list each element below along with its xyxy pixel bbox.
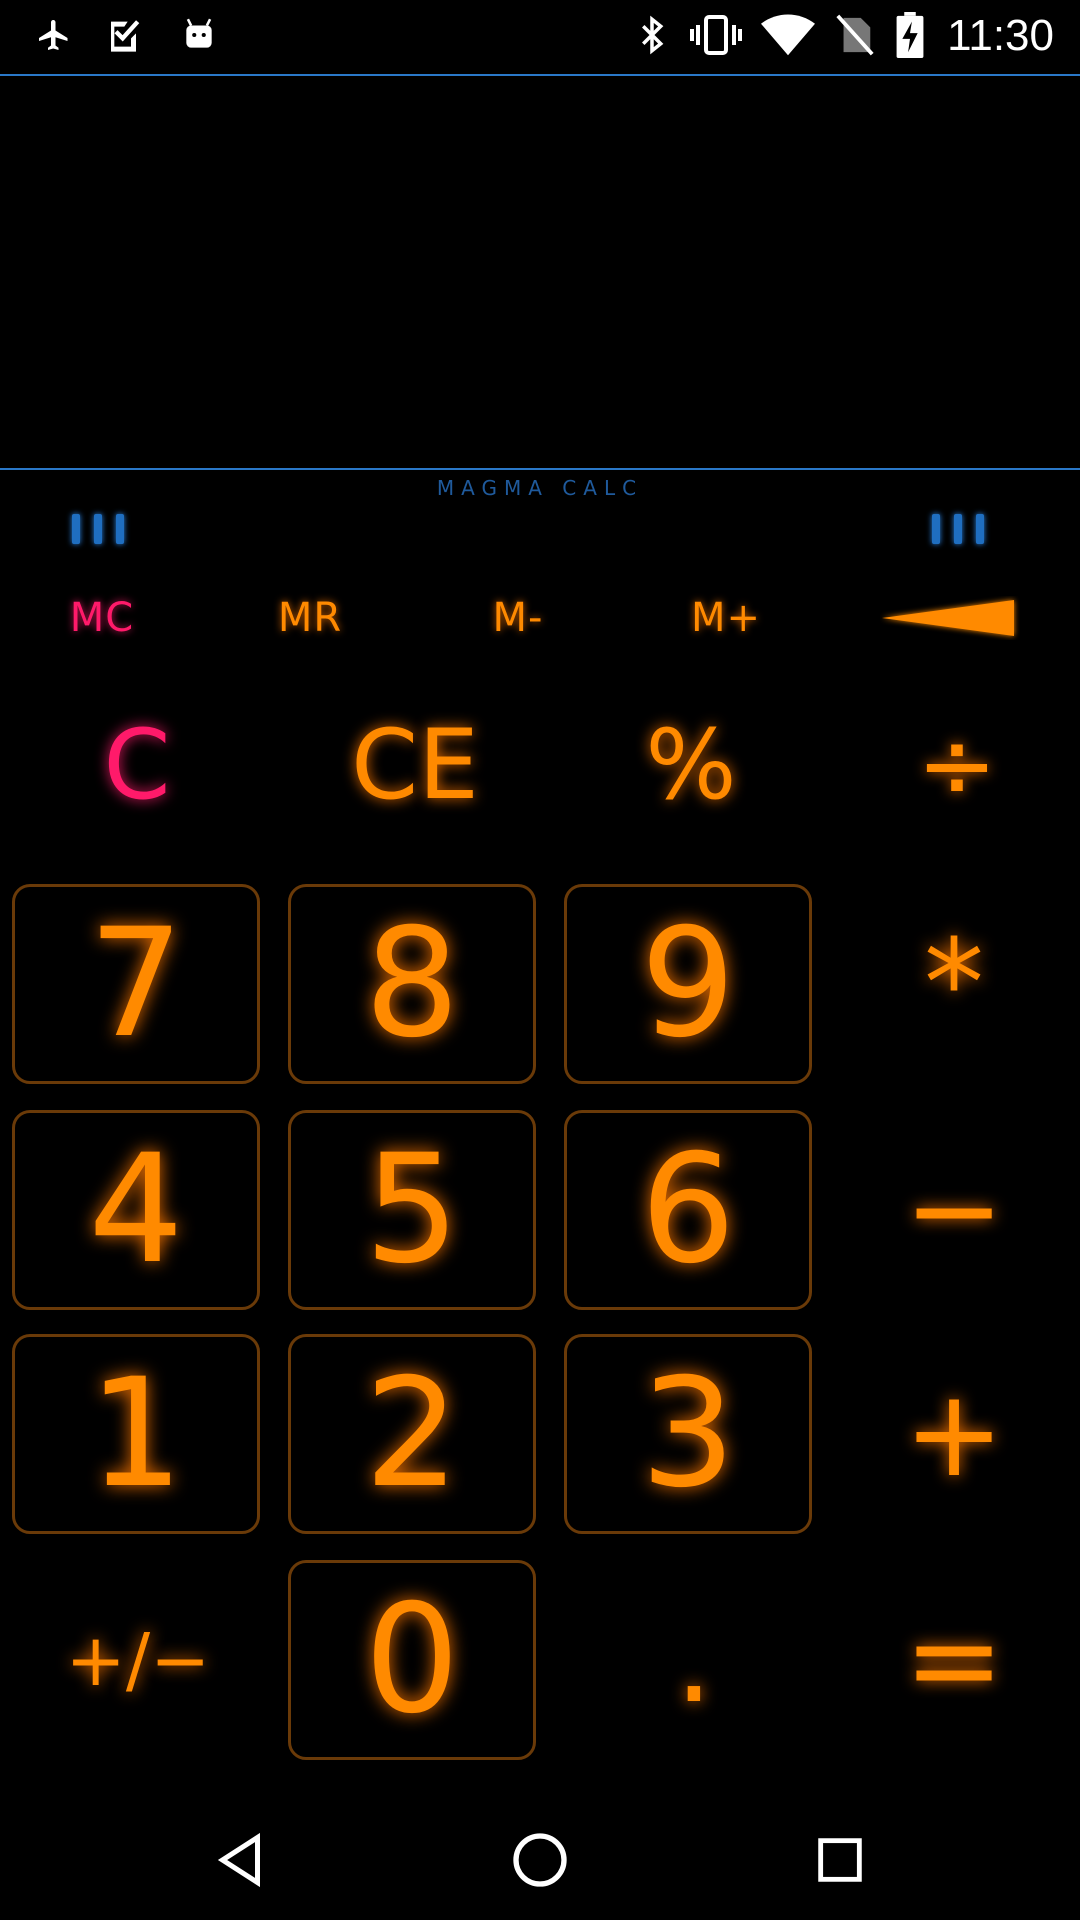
digit-8-button[interactable]: 8 [288, 884, 536, 1084]
status-bar: 11:30 [0, 0, 1080, 74]
battery-charging-icon [892, 10, 928, 60]
percent-button[interactable]: % [566, 700, 816, 830]
clear-button[interactable]: C [12, 700, 262, 830]
m-minus-button[interactable]: M- [438, 580, 598, 656]
equals-button[interactable]: = [834, 1560, 1074, 1760]
decimal-button[interactable]: . [574, 1560, 814, 1760]
m-plus-button[interactable]: M+ [646, 580, 806, 656]
mc-button[interactable]: MC [22, 580, 182, 656]
digit-4-button[interactable]: 4 [12, 1110, 260, 1310]
bluetooth-icon [630, 10, 674, 60]
sign-toggle-button[interactable]: +/− [18, 1560, 258, 1760]
digit-6-button[interactable]: 6 [564, 1110, 812, 1310]
left-grip-handle[interactable] [72, 514, 124, 544]
mr-button[interactable]: MR [230, 580, 390, 656]
digit-0-button[interactable]: 0 [288, 1560, 536, 1760]
digit-7-button[interactable]: 7 [12, 884, 260, 1084]
app-brand-label: MAGMA CALC [436, 476, 644, 500]
home-icon[interactable] [480, 1820, 600, 1900]
vibrate-icon [688, 10, 744, 60]
calc-display [0, 76, 1080, 468]
digit-9-button[interactable]: 9 [564, 884, 812, 1084]
checklist-icon [102, 10, 150, 60]
status-clock: 11:30 [947, 11, 1054, 60]
backspace-wedge-icon [882, 600, 1014, 636]
divide-button[interactable]: ÷ [832, 700, 1080, 830]
multiply-button[interactable]: * [834, 884, 1074, 1084]
back-icon[interactable] [180, 1820, 300, 1900]
display-bottom-divider [0, 468, 1080, 470]
digit-5-button[interactable]: 5 [288, 1110, 536, 1310]
right-grip-handle[interactable] [932, 514, 984, 544]
navigation-bar [0, 1800, 1080, 1920]
digit-3-button[interactable]: 3 [564, 1334, 812, 1534]
clear-entry-button[interactable]: CE [290, 700, 540, 830]
backspace-button[interactable] [870, 580, 1030, 656]
recents-icon[interactable] [780, 1820, 900, 1900]
digit-2-button[interactable]: 2 [288, 1334, 536, 1534]
digit-1-button[interactable]: 1 [12, 1334, 260, 1534]
airplane-icon [30, 10, 78, 60]
minus-button[interactable]: − [834, 1110, 1074, 1310]
plus-button[interactable]: + [834, 1334, 1074, 1534]
wifi-icon [758, 10, 818, 60]
no-sim-icon [832, 10, 878, 60]
android-icon [176, 10, 222, 60]
